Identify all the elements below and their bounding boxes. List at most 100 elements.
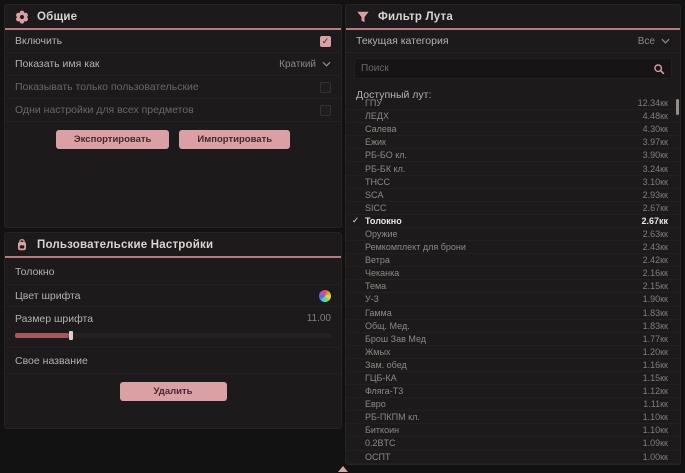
loot-filter-title: Фильтр Лута <box>378 11 453 23</box>
loot-row[interactable]: Ежик 3.97кк <box>346 136 680 149</box>
loot-row[interactable]: 0.2BTC 1.09кк <box>346 437 680 450</box>
loot-row[interactable]: Зам. обед 1.16кк <box>346 359 680 372</box>
name-display-label: Показать имя как <box>15 58 100 70</box>
custom-name-input[interactable] <box>100 352 331 370</box>
loot-row[interactable]: Чеканка 2.16кк <box>346 267 680 280</box>
loot-row[interactable]: У-3 1.90кк <box>346 293 680 306</box>
custom-settings-header: Пользовательские Настройки <box>5 233 341 258</box>
loot-row[interactable]: Общ. Мед. 1.83кк <box>346 320 680 333</box>
search-icon[interactable] <box>653 63 665 75</box>
loot-row[interactable]: Тема 2.15кк <box>346 280 680 293</box>
enable-row: Включить ✓ <box>5 30 341 53</box>
search-input[interactable] <box>361 63 653 74</box>
loot-item-value: 2.16кк <box>643 268 668 278</box>
loot-item-value: 1.83кк <box>643 321 668 331</box>
loot-item-name: ГПУ <box>365 98 638 108</box>
loot-row[interactable]: Гамма 1.83кк <box>346 307 680 320</box>
delete-row: Удалить <box>5 374 341 409</box>
category-label: Текущая категория <box>356 35 449 47</box>
loot-item-name: Оружие <box>365 229 643 239</box>
loot-item-value: 2.63кк <box>643 229 668 239</box>
loot-row[interactable]: РБ-БО кл. 3.90кк <box>346 149 680 162</box>
slider-handle[interactable] <box>69 331 73 340</box>
loot-item-name: ЛЕДХ <box>365 111 643 121</box>
category-dropdown[interactable]: Все <box>638 36 670 47</box>
config-window: Общие Включить ✓ Показать имя как Кратки… <box>0 0 685 473</box>
selected-check-icon: ✓ <box>352 215 365 226</box>
loot-item-name: Ветра <box>365 255 643 265</box>
loot-row[interactable]: ГПУ 12.34кк <box>346 97 680 110</box>
export-button[interactable]: Экспортировать <box>56 130 169 149</box>
loot-item-name: Ежик <box>365 137 643 147</box>
loot-row[interactable]: Ремкомплект для брони 2.43кк <box>346 241 680 254</box>
loot-item-name: Евро <box>365 399 643 409</box>
loot-row[interactable]: ОСПТ 1.00кк <box>346 451 680 464</box>
font-size-value: 11.00 <box>307 313 331 324</box>
loot-item-value: 1.77кк <box>643 334 668 344</box>
delete-button[interactable]: Удалить <box>120 382 227 401</box>
font-size-row: Размер шрифта 11.00 <box>5 307 341 330</box>
loot-item-value: 1.12кк <box>643 386 668 396</box>
loot-item-value: 1.09кк <box>643 438 668 448</box>
category-row: Текущая категория Все <box>346 30 680 53</box>
loot-row[interactable]: Евро 1.11кк <box>346 398 680 411</box>
loot-item-name: РБ-БО кл. <box>365 150 643 160</box>
backpack-icon <box>15 238 29 252</box>
loot-row[interactable]: Салева 4.30кк <box>346 123 680 136</box>
loot-item-value: 3.10кк <box>643 177 668 187</box>
loot-row[interactable]: ТНСС 3.10кк <box>346 176 680 189</box>
loot-item-value: 1.83кк <box>643 308 668 318</box>
loot-item-value: 2.67кк <box>641 216 668 226</box>
font-size-slider[interactable] <box>15 333 331 338</box>
loot-filter-header: Фильтр Лута <box>346 5 680 30</box>
loot-item-value: 4.48кк <box>643 111 668 121</box>
loot-item-name: У-3 <box>365 294 643 304</box>
loot-item-value: 2.42кк <box>643 255 668 265</box>
loot-row[interactable]: Ветра 2.42кк <box>346 254 680 267</box>
loot-item-name: ТНСС <box>365 177 643 187</box>
loot-item-name: Толокно <box>365 216 641 226</box>
loot-item-value: 1.15кк <box>643 373 668 383</box>
enable-checkbox[interactable]: ✓ <box>320 36 331 47</box>
loot-row[interactable]: SCA 2.93кк <box>346 189 680 202</box>
loot-item-name: Общ. Мед. <box>365 321 643 331</box>
loot-item-value: 2.67кк <box>643 203 668 213</box>
category-value: Все <box>638 36 655 47</box>
loot-row[interactable]: SICC 2.67кк <box>346 202 680 215</box>
loot-item-name: Ремкомплект для брони <box>365 242 643 252</box>
loot-row[interactable]: ЛЕДХ 4.48кк <box>346 110 680 123</box>
scrollbar-thumb[interactable] <box>676 99 679 115</box>
font-color-row: Цвет шрифта <box>5 284 341 307</box>
loot-item-name: 0.2BTC <box>365 438 643 448</box>
loot-item-name: Жмых <box>365 347 643 357</box>
loot-row[interactable]: Оружие 2.63кк <box>346 228 680 241</box>
loot-item-value: 1.20кк <box>643 347 668 357</box>
same-settings-checkbox[interactable] <box>320 105 331 116</box>
loot-row[interactable]: Биткоин 1.10кк <box>346 424 680 437</box>
import-button[interactable]: Импортировать <box>179 130 290 149</box>
loot-row[interactable]: Брош Зав Мед 1.77кк <box>346 333 680 346</box>
font-size-slider-wrap <box>5 330 341 348</box>
window-resize-handle[interactable] <box>338 466 348 472</box>
loot-item-value: 3.90кк <box>643 150 668 160</box>
loot-item-value: 1.00кк <box>643 452 668 462</box>
loot-row[interactable]: Жмых 1.20кк <box>346 346 680 359</box>
loot-row[interactable]: ГЦБ-КА 1.15кк <box>346 372 680 385</box>
loot-item-name: РБ-БК кл. <box>365 164 643 174</box>
funnel-icon <box>356 10 370 24</box>
loot-item-value: 3.97кк <box>643 137 668 147</box>
loot-row[interactable]: Фляга-Т3 1.12кк <box>346 385 680 398</box>
loot-row[interactable]: РБ-БК кл. 3.24кк <box>346 162 680 175</box>
loot-item-value: 2.15кк <box>643 281 668 291</box>
loot-row[interactable]: РБ-ПКПМ кл. 1.10кк <box>346 411 680 424</box>
color-wheel-icon[interactable] <box>319 290 331 302</box>
loot-row[interactable]: ✓ Толокно 2.67кк <box>346 215 680 228</box>
loot-item-name: ОСПТ <box>365 452 643 462</box>
flower-settings-icon <box>15 10 29 24</box>
export-import-row: Экспортировать Импортировать <box>5 122 341 157</box>
loot-list[interactable]: ГПУ 12.34кк ЛЕДХ 4.48кк Салева 4.30кк <box>346 97 680 464</box>
name-display-dropdown[interactable]: Краткий <box>279 59 331 70</box>
only-custom-checkbox[interactable] <box>320 82 331 93</box>
loot-item-name: Гамма <box>365 308 643 318</box>
enable-label: Включить <box>15 35 62 47</box>
